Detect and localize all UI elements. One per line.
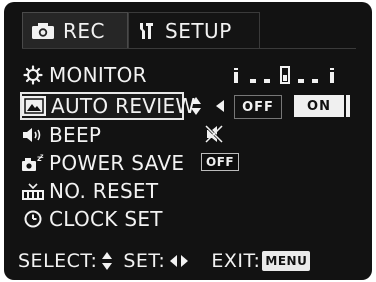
tab-setup-label: SETUP bbox=[165, 18, 232, 43]
menu-item-label: CLOCK SET bbox=[49, 207, 163, 231]
number-reset-icon bbox=[20, 180, 46, 202]
footer-select-label: SELECT: bbox=[18, 250, 98, 272]
menu-item-label: NO. RESET bbox=[49, 179, 159, 203]
menu-item-label: MONITOR bbox=[49, 63, 147, 87]
power-save-icon: z z bbox=[20, 152, 46, 174]
tab-divider bbox=[22, 48, 356, 49]
footer-help-bar: SELECT: SET: EXIT: MENU bbox=[18, 248, 364, 274]
camera-lcd-screen: REC SETUP MONITOR AUTO REVIEW OFF ON BEE… bbox=[4, 2, 372, 280]
menu-button-chip[interactable]: MENU bbox=[262, 251, 311, 271]
menu-tabs: REC SETUP bbox=[22, 12, 260, 48]
gear-icon bbox=[20, 64, 46, 86]
svg-text:z: z bbox=[40, 153, 44, 160]
menu-item-label: POWER SAVE bbox=[49, 151, 185, 175]
auto-review-on-option[interactable]: ON bbox=[294, 95, 344, 117]
power-save-value-badge: OFF bbox=[201, 153, 240, 171]
review-icon bbox=[22, 96, 46, 116]
option-end-marker bbox=[346, 95, 350, 117]
up-down-arrows-icon bbox=[101, 251, 113, 271]
monitor-brightness-scale bbox=[232, 64, 342, 86]
beep-mute-icon bbox=[204, 124, 224, 144]
menu-item-auto-review[interactable]: AUTO REVIEW bbox=[22, 93, 195, 119]
menu-item-power-save[interactable]: z z POWER SAVE bbox=[20, 150, 184, 176]
footer-exit-label: EXIT: bbox=[211, 250, 261, 272]
tab-rec[interactable]: REC bbox=[22, 12, 128, 48]
menu-item-monitor[interactable]: MONITOR bbox=[20, 62, 147, 88]
menu-item-label: BEEP bbox=[49, 123, 102, 147]
menu-item-label: AUTO REVIEW bbox=[51, 94, 196, 118]
clock-icon bbox=[20, 208, 46, 230]
auto-review-off-option[interactable]: OFF bbox=[234, 95, 282, 119]
menu-item-number-reset[interactable]: NO. RESET bbox=[20, 178, 158, 204]
tab-rec-label: REC bbox=[63, 18, 105, 43]
setup-wrench-icon bbox=[137, 21, 157, 41]
left-right-arrows-icon bbox=[169, 254, 189, 268]
tab-setup[interactable]: SETUP bbox=[128, 12, 260, 48]
speaker-icon bbox=[20, 124, 46, 146]
menu-item-beep[interactable]: BEEP bbox=[20, 122, 101, 148]
camera-icon bbox=[31, 22, 55, 40]
navigation-arrows bbox=[190, 96, 230, 116]
footer-set-label: SET: bbox=[123, 250, 166, 272]
menu-item-clock-set[interactable]: CLOCK SET bbox=[20, 206, 163, 232]
